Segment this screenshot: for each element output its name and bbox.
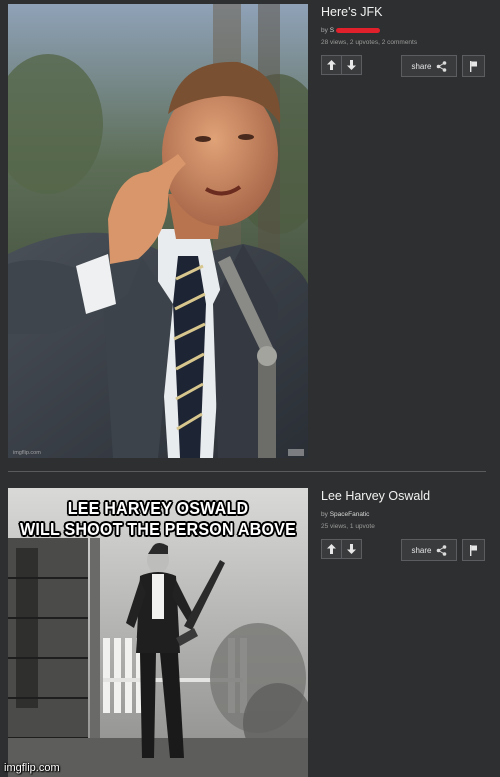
upvote-arrow-icon [327,60,336,70]
post-info: Lee Harvey Oswald by SpaceFanatic 25 vie… [321,489,491,561]
share-button[interactable]: share [401,539,457,561]
by-label: by [321,511,328,518]
post-title[interactable]: Lee Harvey Oswald [321,489,491,504]
downvote-button[interactable] [341,539,362,559]
downvote-arrow-icon [347,544,356,554]
share-label: share [411,545,432,555]
by-label: by [321,27,328,34]
vote-group [321,539,362,561]
share-button[interactable]: share [401,55,457,77]
vote-group [321,55,362,77]
flag-icon [470,60,477,72]
post-actions: share [321,539,491,561]
imgflip-watermark: imgflip.com [4,762,60,774]
post-stats: 28 views, 2 upvotes, 2 comments [321,39,418,46]
author-link[interactable]: S [330,27,334,34]
post-card: LEE HARVEY OSWALD WILL SHOOT THE PERSON … [0,480,500,777]
page: imgflip.com Here's JFK by S 28 views, 2 … [0,0,500,777]
jfk-photo [8,4,308,458]
thumbnail-corner-badge [288,449,304,456]
post-title[interactable]: Here's JFK [321,5,491,20]
post-thumbnail[interactable]: imgflip.com [8,4,308,458]
flag-button[interactable] [462,55,485,77]
downvote-button[interactable] [341,55,362,75]
author-link[interactable]: SpaceFanatic [330,511,370,518]
upvote-button[interactable] [321,539,342,559]
share-icon [436,544,446,556]
byline: by SpaceFanatic [321,510,491,519]
meme-caption-second-line: WILL SHOOT THE PERSON ABOVE [20,519,297,539]
post-actions: share [321,55,491,77]
share-icon [436,60,446,72]
flag-icon [470,544,477,556]
thumbnail-watermark: imgflip.com [13,450,41,456]
post-stats: 25 views, 1 upvote [321,523,375,530]
post-card: imgflip.com Here's JFK by S 28 views, 2 … [0,0,500,470]
post-thumbnail[interactable]: LEE HARVEY OSWALD WILL SHOOT THE PERSON … [8,488,308,777]
meme-caption-top: LEE HARVEY OSWALD [67,498,249,518]
upvote-button[interactable] [321,55,342,75]
byline: by S [321,26,491,35]
post-info: Here's JFK by S 28 views, 2 upvotes, 2 c… [321,5,491,77]
flag-button[interactable] [462,539,485,561]
post-divider [8,471,486,472]
upvote-arrow-icon [327,544,336,554]
share-label: share [411,61,432,71]
redaction-mark [336,27,381,33]
downvote-arrow-icon [347,60,356,70]
